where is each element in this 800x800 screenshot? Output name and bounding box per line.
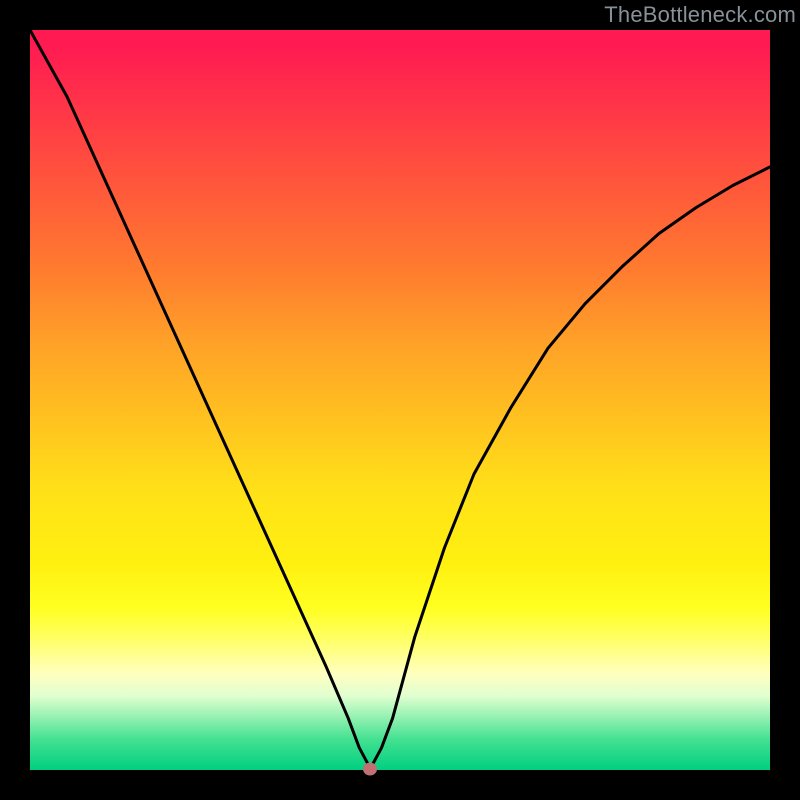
watermark-text: TheBottleneck.com bbox=[604, 2, 796, 28]
optimal-point-marker bbox=[363, 762, 377, 775]
bottleneck-curve bbox=[30, 30, 770, 770]
curve-path bbox=[30, 30, 770, 769]
chart-frame bbox=[30, 30, 770, 770]
